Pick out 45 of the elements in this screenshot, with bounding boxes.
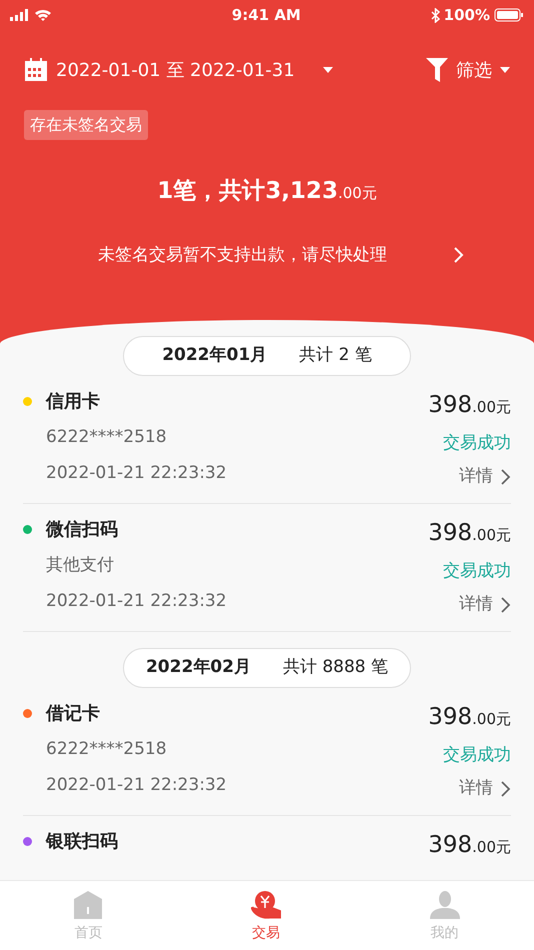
transaction-amount: 398.00元 [428, 703, 511, 732]
caret-icon [500, 67, 510, 73]
transaction-detail: 6222****2518 [46, 738, 168, 761]
transaction-amount: 398.00元 [428, 519, 511, 548]
caret-icon [322, 67, 333, 73]
chevron-right-icon [501, 468, 511, 485]
transaction-amount: 398.00元 [428, 391, 511, 420]
battery-percent: 100% [444, 4, 490, 26]
clock-time: 9:41 AM [232, 4, 301, 26]
unsigned-tag: 存在未签名交易 [24, 110, 148, 140]
person-icon [430, 891, 460, 919]
transaction-detail: 6222****2518 [46, 426, 168, 449]
transaction-status: 交易成功 [443, 560, 511, 582]
calendar-icon [24, 58, 48, 82]
month-header: 2022年01月 共计 2 笔 [123, 336, 411, 376]
battery-icon [494, 8, 524, 22]
transaction-time: 2022-01-21 22:23:32 [46, 774, 227, 796]
transaction-type: 信用卡 [46, 390, 101, 414]
details-link[interactable]: 详情 [459, 592, 511, 618]
details-link[interactable]: 详情 [459, 776, 511, 802]
month-header: 2022年02月 共计 8888 笔 [123, 648, 411, 688]
details-link[interactable]: 详情 [459, 464, 511, 490]
filter-button[interactable]: 筛选 [426, 56, 510, 84]
bluetooth-icon [430, 8, 440, 22]
notice-link[interactable]: 未签名交易暂不支持出款，请尽快处理 [0, 242, 534, 268]
home-icon [74, 891, 102, 919]
transaction-amount: 398.00元 [428, 831, 511, 860]
chevron-right-icon [501, 780, 511, 797]
wifi-icon [34, 8, 52, 22]
chevron-right-icon [454, 247, 464, 264]
tab[interactable]: 交易 [176, 881, 356, 950]
signal-icon [10, 9, 30, 21]
transaction-time: 2022-01-21 22:23:32 [46, 590, 227, 612]
total-summary: 1笔，共计3,123.00元 [157, 178, 377, 204]
filter-icon [426, 58, 448, 82]
chevron-right-icon [501, 596, 511, 613]
transaction-time: 2022-01-21 22:23:32 [46, 462, 227, 484]
date-range-selector[interactable]: 2022-01-01 至 2022-01-31 [24, 56, 333, 84]
transaction-detail: 其他支付 [46, 554, 115, 577]
transaction-status: 交易成功 [443, 432, 511, 454]
transaction-type: 借记卡 [46, 702, 101, 726]
transaction-type: 银联扫码 [46, 830, 118, 854]
transaction-type: 微信扫码 [46, 518, 119, 542]
transaction-status: 交易成功 [443, 744, 511, 766]
yen-hand-icon [251, 891, 281, 919]
